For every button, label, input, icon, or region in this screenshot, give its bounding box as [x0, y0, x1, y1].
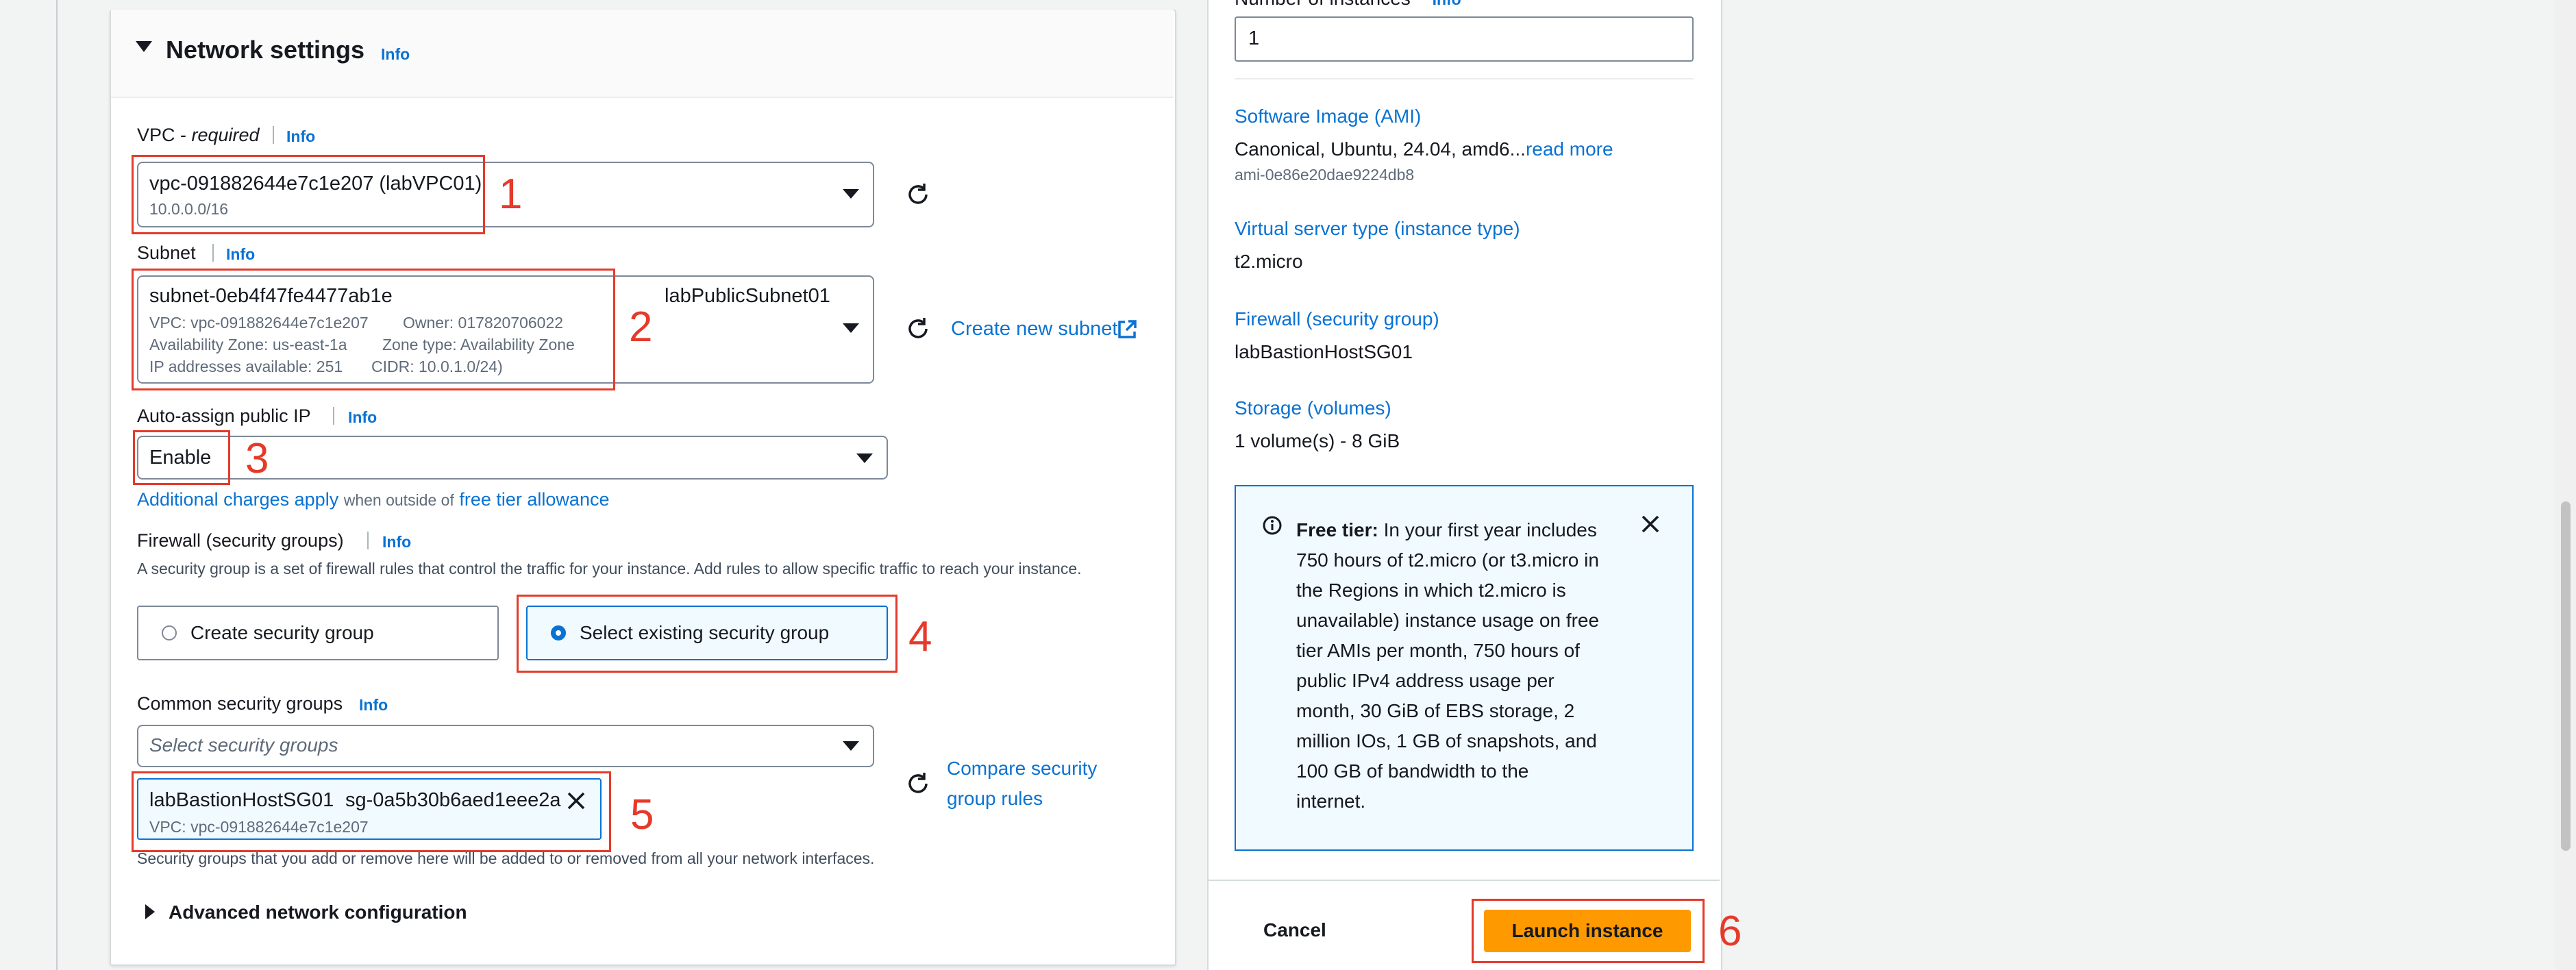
firewall-summary-value: labBastionHostSG01: [1235, 341, 1413, 362]
instances-label-row: Number of instances Info: [1235, 0, 1461, 10]
divider: [273, 126, 274, 144]
chevron-down-icon: [843, 741, 859, 751]
auto-ip-info-link[interactable]: Info: [348, 408, 377, 427]
vpc-info-link[interactable]: Info: [286, 127, 315, 146]
refresh-icon[interactable]: [906, 771, 930, 796]
subnet-info-link[interactable]: Info: [226, 245, 255, 264]
advanced-network-toggle[interactable]: Advanced network configuration: [169, 901, 467, 923]
divider: [333, 407, 334, 425]
instances-input[interactable]: [1235, 16, 1694, 62]
ami-id: ami-0e86e20dae9224db8: [1235, 166, 1415, 184]
vpc-label: VPC - required: [137, 125, 260, 145]
common-sg-label: Common security groups: [137, 693, 343, 714]
refresh-icon[interactable]: [906, 182, 930, 207]
collapse-caret-icon[interactable]: [136, 41, 152, 52]
section-title: Network settings: [166, 36, 365, 64]
ami-label[interactable]: Software Image (AMI): [1235, 105, 1421, 127]
ami-value-row: Canonical, Ubuntu, 24.04, amd6...read mo…: [1235, 138, 1613, 160]
firewall-label: Firewall (security groups): [137, 530, 344, 551]
create-sg-radio[interactable]: [162, 625, 177, 641]
storage-label[interactable]: Storage (volumes): [1235, 397, 1391, 419]
annotation-box-2: [132, 269, 615, 390]
scrollbar-thumb[interactable]: [2561, 501, 2571, 851]
additional-charges-link[interactable]: Additional charges apply: [137, 489, 338, 510]
create-sg-label: Create security group: [190, 622, 374, 643]
compare-sg-link-line2[interactable]: group rules: [947, 788, 1043, 810]
free-tier-link[interactable]: free tier allowance: [459, 489, 609, 510]
section-info-link[interactable]: Info: [381, 45, 410, 64]
annotation-box-3: [133, 430, 230, 485]
compare-sg-link-line1[interactable]: Compare security: [947, 758, 1097, 780]
refresh-icon[interactable]: [906, 316, 930, 341]
page-left-gutter: [0, 0, 58, 970]
annotation-1: 1: [499, 171, 523, 218]
annotation-5: 5: [630, 791, 654, 838]
charges-line: Additional charges apply when outside of…: [137, 489, 610, 510]
chevron-down-icon: [856, 453, 873, 463]
security-group-placeholder: Select security groups: [149, 734, 338, 756]
create-subnet-link[interactable]: Create new subnet: [951, 318, 1117, 340]
cancel-button[interactable]: Cancel: [1263, 919, 1326, 941]
common-sg-info-link[interactable]: Info: [359, 696, 388, 714]
close-icon[interactable]: [1640, 514, 1661, 534]
firewall-summary-label[interactable]: Firewall (security group): [1235, 308, 1439, 330]
instances-value: 1: [1248, 27, 1260, 49]
annotation-box-5: [132, 771, 611, 852]
launch-instance-button[interactable]: Launch instance: [1484, 910, 1691, 952]
summary-footer-divider: [1207, 880, 1720, 881]
divider: [212, 244, 214, 262]
firewall-description: A security group is a set of firewall ru…: [137, 560, 1082, 577]
chevron-down-icon: [843, 189, 859, 199]
annotation-2: 2: [629, 303, 653, 351]
annotation-box-4: [517, 595, 897, 673]
firewall-info-link[interactable]: Info: [382, 533, 411, 551]
annotation-3: 3: [245, 435, 269, 482]
info-icon: [1263, 516, 1282, 535]
annotation-box-1: [132, 155, 485, 234]
instance-type-value: t2.micro: [1235, 251, 1303, 272]
subnet-name: labPublicSubnet01: [665, 285, 830, 307]
chevron-down-icon: [843, 323, 859, 333]
external-link-icon[interactable]: [1117, 319, 1137, 340]
divider: [1235, 78, 1694, 79]
instance-type-label[interactable]: Virtual server type (instance type): [1235, 218, 1520, 240]
annotation-4: 4: [908, 613, 932, 660]
subnet-label: Subnet: [137, 242, 196, 263]
storage-value: 1 volume(s) - 8 GiB: [1235, 430, 1400, 451]
divider: [367, 532, 369, 549]
free-tier-text: Free tier: In your first year includes 7…: [1296, 519, 1600, 812]
sg-note: Security groups that you add or remove h…: [137, 849, 875, 867]
auto-ip-label: Auto-assign public IP: [137, 406, 311, 426]
read-more-link[interactable]: read more: [1526, 138, 1613, 160]
expand-caret-icon[interactable]: [145, 904, 155, 919]
annotation-6: 6: [1718, 908, 1742, 955]
